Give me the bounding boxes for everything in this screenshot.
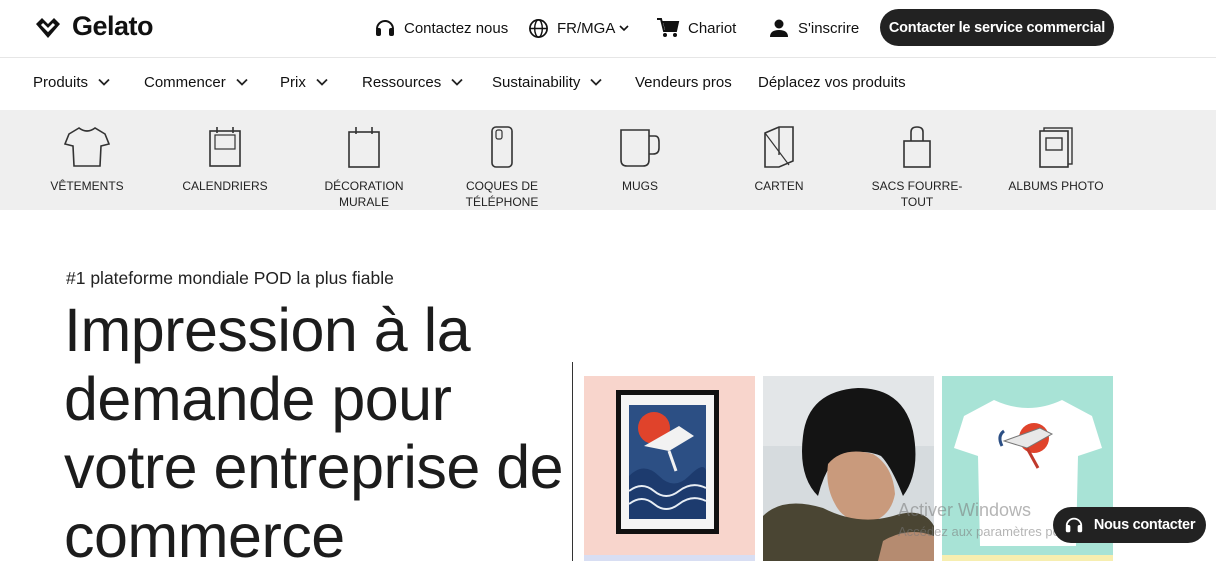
headset-icon (1065, 517, 1082, 533)
category-label: VÊTEMENTS (50, 179, 124, 193)
nav-label: Ressources (362, 73, 442, 91)
gelato-logo-icon (36, 18, 60, 38)
category-sacs[interactable]: SACS FOURRE-TOUT (847, 124, 987, 210)
chevron-down-icon (451, 78, 463, 86)
category-label: SACS FOURRE-TOUT (871, 179, 963, 209)
signup-link[interactable]: S'inscrire (768, 14, 859, 42)
category-label: ALBUMS PHOTO (1008, 179, 1104, 193)
tshirt-icon (63, 127, 111, 167)
nav-item-produits[interactable]: Produits (33, 58, 110, 106)
nav-label: Vendeurs pros (635, 73, 732, 91)
category-coques[interactable]: COQUES DE TÉLÉPHONE (432, 124, 572, 210)
contact-link[interactable]: Contactez nous (374, 14, 508, 42)
category-label: MUGS (622, 179, 658, 193)
photo-album-icon (1039, 127, 1073, 168)
nav-item-vendeurs-pros[interactable]: Vendeurs pros (635, 58, 732, 106)
category-calendriers[interactable]: CALENDRIERS (155, 124, 295, 194)
contact-sales-button[interactable]: Contacter le service commercial (880, 9, 1114, 46)
brand-name: Gelato (72, 10, 154, 41)
tile-strip-yellow (942, 555, 1113, 561)
main-nav: Produits Commencer Prix Ressources Susta… (0, 58, 1216, 110)
cart-icon (657, 18, 680, 37)
framed-print-image (584, 376, 755, 561)
category-label: DÉCORATION MURALE (324, 179, 404, 209)
nav-label: Produits (33, 73, 89, 91)
nav-item-ressources[interactable]: Ressources (362, 58, 463, 106)
chevron-down-icon (619, 25, 629, 32)
category-mugs[interactable]: MUGS (570, 124, 710, 194)
signup-label: S'inscrire (798, 19, 860, 37)
cart-link[interactable]: Chariot (656, 14, 736, 42)
cart-label: Chariot (688, 19, 737, 37)
chevron-down-icon (236, 78, 248, 86)
category-label: CARTEN (754, 179, 804, 193)
hero-title: Impression à la demande pour votre entre… (64, 296, 564, 561)
card-icon (764, 126, 794, 168)
phone-case-icon (491, 126, 513, 168)
category-vetements[interactable]: VÊTEMENTS (17, 124, 157, 194)
nav-label: Déplacez vos produits (758, 73, 906, 91)
locale-label: FR/MGA (557, 19, 616, 37)
chevron-down-icon (590, 78, 603, 86)
user-icon (770, 19, 788, 37)
chat-label: Nous contacter (1093, 517, 1196, 533)
contact-label: Contactez nous (404, 19, 509, 37)
chevron-down-icon (98, 78, 110, 86)
windows-activation-watermark: Activer Windows (898, 500, 1032, 520)
mug-icon (620, 129, 660, 167)
nav-label: Commencer (144, 73, 226, 91)
nav-label: Prix (280, 73, 306, 91)
category-decoration-murale[interactable]: DÉCORATION MURALE (294, 124, 434, 210)
globe-icon (529, 18, 548, 38)
tote-bag-icon (903, 126, 931, 168)
wall-frame-icon (348, 127, 380, 168)
category-carten[interactable]: CARTEN (709, 124, 849, 194)
nav-item-commencer[interactable]: Commencer (144, 58, 248, 106)
nav-item-sustainability[interactable]: Sustainability (492, 58, 603, 106)
tile-strip-blue (584, 555, 755, 561)
locale-selector[interactable]: FR/MGA (528, 14, 629, 42)
calendar-icon (209, 127, 241, 167)
category-label: CALENDRIERS (182, 179, 268, 193)
nav-item-deplacez[interactable]: Déplacez vos produits (758, 58, 906, 106)
nav-label: Sustainability (492, 73, 581, 91)
chat-contact-button[interactable]: Nous contacter (1053, 507, 1206, 543)
hero-divider (572, 362, 573, 561)
top-bar: Gelato Contactez nous FR/MGA Chariot S'i… (0, 0, 1216, 58)
nav-item-prix[interactable]: Prix (280, 58, 328, 106)
chevron-down-icon (316, 78, 328, 86)
gelato-logo[interactable]: Gelato (32, 10, 154, 42)
category-strip: VÊTEMENTS CALENDRIERS DÉCORATION MURALE (0, 110, 1216, 210)
category-albums[interactable]: ALBUMS PHOTO (986, 124, 1126, 194)
hero-eyebrow: #1 plateforme mondiale POD la plus fiabl… (66, 268, 394, 288)
category-label: COQUES DE TÉLÉPHONE (465, 179, 539, 209)
headset-icon (376, 20, 394, 36)
